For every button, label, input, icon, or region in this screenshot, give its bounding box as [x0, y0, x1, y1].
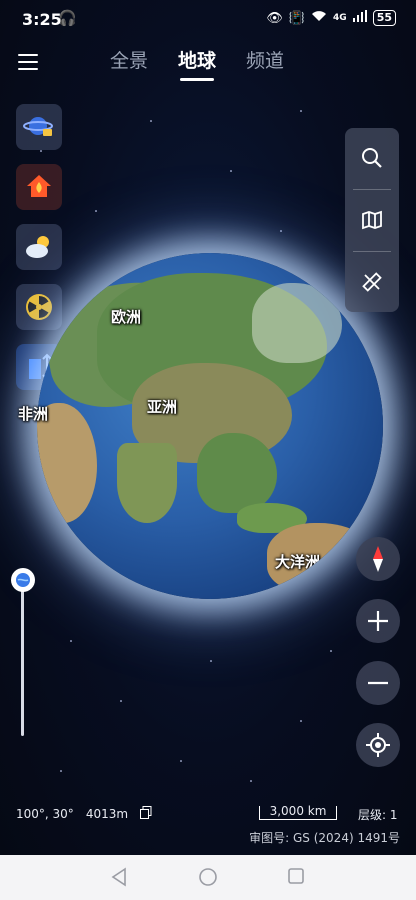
signal-bars-icon [352, 10, 367, 26]
coordinates-readout: 100°, 30° 4013m [16, 806, 152, 822]
headphones-icon: 🎧 [58, 9, 77, 27]
label-asia: 亚洲 [147, 398, 178, 416]
search-icon[interactable] [345, 128, 399, 188]
earth-globe[interactable]: 欧洲 亚洲 大洋洲 [37, 253, 383, 599]
home-icon[interactable] [198, 867, 218, 891]
battery-indicator: 55 [372, 10, 396, 26]
zoom-slider-handle[interactable] [11, 568, 35, 592]
label-oceania: 大洋洲 [275, 553, 321, 571]
recents-icon[interactable] [287, 867, 305, 889]
signal-label: 4G [333, 13, 347, 23]
tab-channel[interactable]: 频道 [246, 46, 284, 81]
system-navigation-bar [0, 855, 416, 900]
compass-icon[interactable] [356, 537, 400, 581]
coordinates-text: 100°, 30° [16, 807, 74, 821]
label-europe: 欧洲 [111, 308, 142, 326]
planet-icon[interactable] [16, 104, 62, 150]
back-icon[interactable] [110, 867, 128, 891]
map-approval-number: 审图号: GS (2024) 1491号 [249, 831, 400, 845]
status-bar: 3:25 🎧 👁 📳 4G 55 [0, 0, 416, 40]
locate-icon[interactable] [356, 723, 400, 767]
copy-icon[interactable] [140, 806, 152, 822]
top-tabs: 全景 地球 频道 [110, 46, 284, 81]
zoom-in-button[interactable] [356, 599, 400, 643]
zoom-slider-track[interactable] [21, 584, 24, 736]
vibrate-icon: 📳 [288, 10, 306, 26]
scale-bar: 3,000 km [259, 805, 337, 820]
zoom-level-text: 层级: 1 [358, 808, 398, 822]
altitude-text: 4013m [85, 807, 129, 821]
fire-alert-icon[interactable] [16, 164, 62, 210]
label-africa: 非洲 [18, 405, 49, 423]
status-time: 3:25 [22, 10, 62, 29]
menu-icon[interactable] [18, 54, 38, 70]
wifi-icon [311, 10, 327, 26]
tab-earth[interactable]: 地球 [178, 46, 216, 81]
tab-panorama[interactable]: 全景 [110, 46, 148, 81]
eye-icon: 👁 [266, 10, 283, 26]
zoom-out-button[interactable] [356, 661, 400, 705]
ruler-icon[interactable] [345, 252, 399, 312]
map-icon[interactable] [345, 190, 399, 250]
right-tool-panel [345, 128, 399, 312]
weather-icon[interactable] [16, 224, 62, 270]
